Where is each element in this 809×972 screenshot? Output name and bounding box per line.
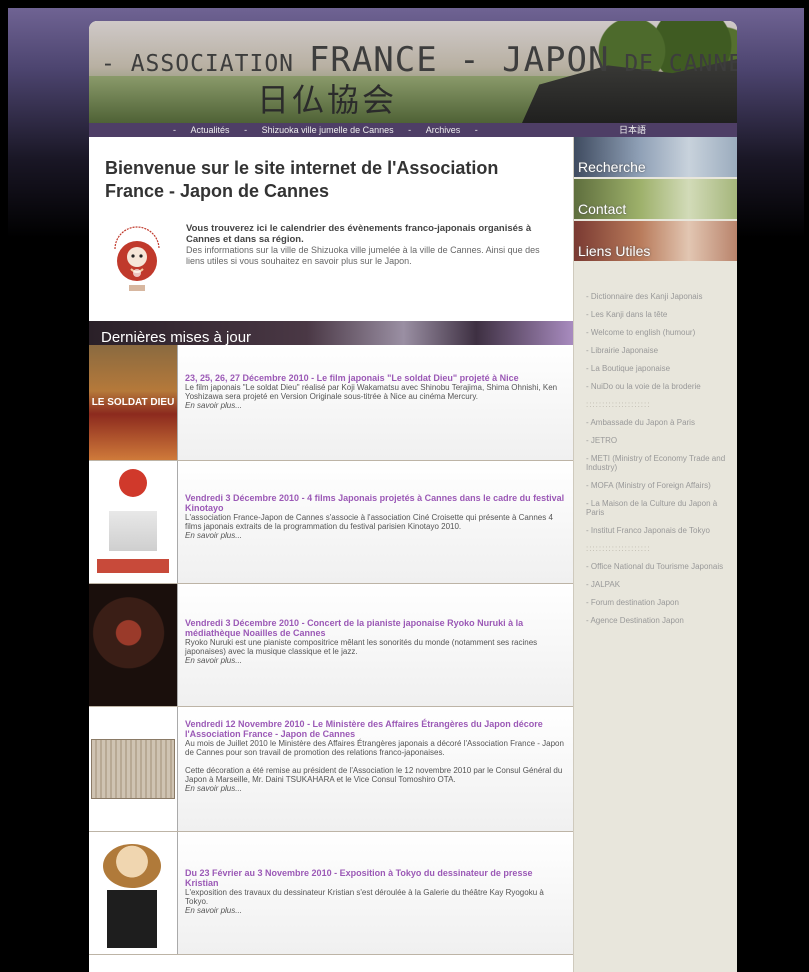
main-content: Bienvenue sur le site internet de l'Asso… [89, 137, 573, 972]
thumbnail-caption: LE SOLDAT DIEU [91, 397, 175, 408]
news-text-extra: Cette décoration a été remise au préside… [185, 766, 563, 784]
link-jetro[interactable]: - JETRO [586, 436, 734, 445]
link-mofa[interactable]: - MOFA (Ministry of Foreign Affairs) [586, 481, 734, 490]
sidebar-search-button[interactable]: Recherche [574, 137, 737, 177]
link-institut[interactable]: - Institut Franco Japonais de Tokyo [586, 526, 734, 535]
intro-text: Des informations sur la ville de Shizuok… [186, 245, 540, 266]
news-thumbnail[interactable] [89, 707, 178, 831]
section-header-latest: Dernières mises à jour [89, 321, 573, 345]
news-item: Vendredi 12 Novembre 2010 - Le Ministère… [89, 707, 573, 832]
nav-links: - Actualités - Shizuoka ville jumelle de… [167, 123, 484, 137]
sidebar-button-label: Recherche [578, 159, 646, 175]
intro-block: Vous trouverez ici le calendrier des évè… [186, 223, 556, 267]
news-thumbnail[interactable] [89, 584, 178, 706]
news-title[interactable]: Vendredi 3 Décembre 2010 - 4 films Japon… [185, 493, 565, 513]
news-item: Vendredi 3 Décembre 2010 - 4 films Japon… [89, 461, 573, 584]
news-item: LE SOLDAT DIEU 23, 25, 26, 27 Décembre 2… [89, 345, 573, 461]
logo-main: FRANCE - JAPON [308, 40, 610, 80]
nav-separator: - [408, 125, 412, 135]
links-divider: :::::::::::::::::::: [586, 544, 651, 553]
daruma-logo [114, 226, 160, 291]
link-kanji-dictionary[interactable]: - Dictionnaire des Kanji Japonais [586, 292, 734, 301]
sidebar: Recherche Contact Liens Utiles - Diction… [573, 137, 737, 972]
link-boutique[interactable]: - La Boutique japonaise [586, 364, 734, 373]
links-divider: :::::::::::::::::::: [586, 400, 651, 409]
sidebar-button-label: Contact [578, 201, 627, 217]
nav-link-shizuoka[interactable]: Shizuoka ville jumelle de Cannes [262, 125, 394, 135]
thumbnail-figure [109, 511, 157, 551]
sidebar-contact-button[interactable]: Contact [574, 179, 737, 219]
certificate-image [91, 739, 175, 799]
page-title: Bienvenue sur le site internet de l'Asso… [105, 158, 499, 201]
site-container: - ASSOCIATION FRANCE - JAPON DE CANNES -… [89, 21, 737, 972]
caricature-body [107, 890, 157, 948]
news-content: Vendredi 3 Décembre 2010 - 4 films Japon… [185, 493, 565, 540]
nav-separator: - [474, 125, 478, 135]
link-meti[interactable]: - METI (Ministry of Economy Trade and In… [586, 454, 734, 472]
news-title[interactable]: 23, 25, 26, 27 Décembre 2010 - Le film j… [185, 373, 565, 383]
link-welcome-english[interactable]: - Welcome to english (humour) [586, 328, 734, 337]
site-logo-text[interactable]: - ASSOCIATION FRANCE - JAPON DE CANNES - [101, 40, 737, 80]
link-maison-culture[interactable]: - La Maison de la Culture du Japon à Par… [586, 499, 734, 517]
link-forum[interactable]: - Forum destination Japon [586, 598, 734, 607]
link-kanji-tete[interactable]: - Les Kanji dans la tête [586, 310, 734, 319]
news-text: L'exposition des travaux du dessinateur … [185, 888, 544, 906]
news-text: Le film japonais "Le soldat Dieu" réalis… [185, 383, 558, 401]
read-more-link[interactable]: En savoir plus... [185, 656, 565, 665]
useful-links-list: - Dictionnaire des Kanji Japonais - Les … [586, 292, 734, 634]
nav-link-japanese[interactable]: 日本語 [619, 123, 646, 137]
link-nuido[interactable]: - NuiDo ou la voie de la broderie [586, 382, 734, 391]
news-thumbnail[interactable] [89, 461, 178, 583]
sidebar-useful-links-button[interactable]: Liens Utiles [574, 221, 737, 261]
read-more-link[interactable]: En savoir plus... [185, 401, 565, 410]
thumbnail-sun [119, 469, 147, 497]
news-thumbnail[interactable] [89, 832, 178, 954]
news-title[interactable]: Vendredi 3 Décembre 2010 - Concert de la… [185, 618, 565, 638]
news-content: Vendredi 12 Novembre 2010 - Le Ministère… [185, 719, 565, 793]
news-title[interactable]: Du 23 Février au 3 Novembre 2010 - Expos… [185, 868, 565, 888]
nav-separator: - [173, 125, 176, 135]
news-content: Du 23 Février au 3 Novembre 2010 - Expos… [185, 868, 565, 915]
link-librairie[interactable]: - Librairie Japonaise [586, 346, 734, 355]
section-title: Dernières mises à jour [101, 329, 252, 345]
link-agence[interactable]: - Agence Destination Japon [586, 616, 734, 625]
logo-kanji: 日仏協会 [257, 81, 398, 119]
news-title[interactable]: Vendredi 12 Novembre 2010 - Le Ministère… [185, 719, 565, 739]
read-more-link[interactable]: En savoir plus... [185, 906, 565, 915]
logo-prefix: - ASSOCIATION [101, 51, 295, 77]
intro-strong: Vous trouverez ici le calendrier des évè… [186, 223, 532, 245]
caricature-head [103, 844, 161, 888]
news-thumbnail[interactable]: LE SOLDAT DIEU [89, 345, 178, 460]
news-content: Vendredi 3 Décembre 2010 - Concert de la… [185, 618, 565, 665]
link-tourisme[interactable]: - Office National du Tourisme Japonais [586, 562, 734, 571]
news-item: Du 23 Février au 3 Novembre 2010 - Expos… [89, 832, 573, 955]
header-banner: - ASSOCIATION FRANCE - JAPON DE CANNES -… [89, 21, 737, 123]
link-jalpak[interactable]: - JALPAK [586, 580, 734, 589]
link-ambassade[interactable]: - Ambassade du Japon à Paris [586, 418, 734, 427]
news-item: Vendredi 3 Décembre 2010 - Concert de la… [89, 584, 573, 707]
nav-separator: - [244, 125, 248, 135]
read-more-link[interactable]: En savoir plus... [185, 531, 565, 540]
thumbnail-banner [97, 559, 169, 573]
sidebar-button-label: Liens Utiles [578, 243, 651, 259]
nav-link-actualites[interactable]: Actualités [191, 125, 230, 135]
read-more-link[interactable]: En savoir plus... [185, 784, 565, 793]
news-text: Ryoko Nuruki est une pianiste compositri… [185, 638, 538, 656]
news-text: Au mois de Juillet 2010 le Ministère des… [185, 739, 564, 757]
logo-suffix: DE CANNES - [624, 51, 737, 77]
news-content: 23, 25, 26, 27 Décembre 2010 - Le film j… [185, 373, 565, 410]
top-nav: - Actualités - Shizuoka ville jumelle de… [89, 123, 737, 137]
news-text: L'association France-Japon de Cannes s'a… [185, 513, 553, 531]
nav-link-archives[interactable]: Archives [426, 125, 461, 135]
